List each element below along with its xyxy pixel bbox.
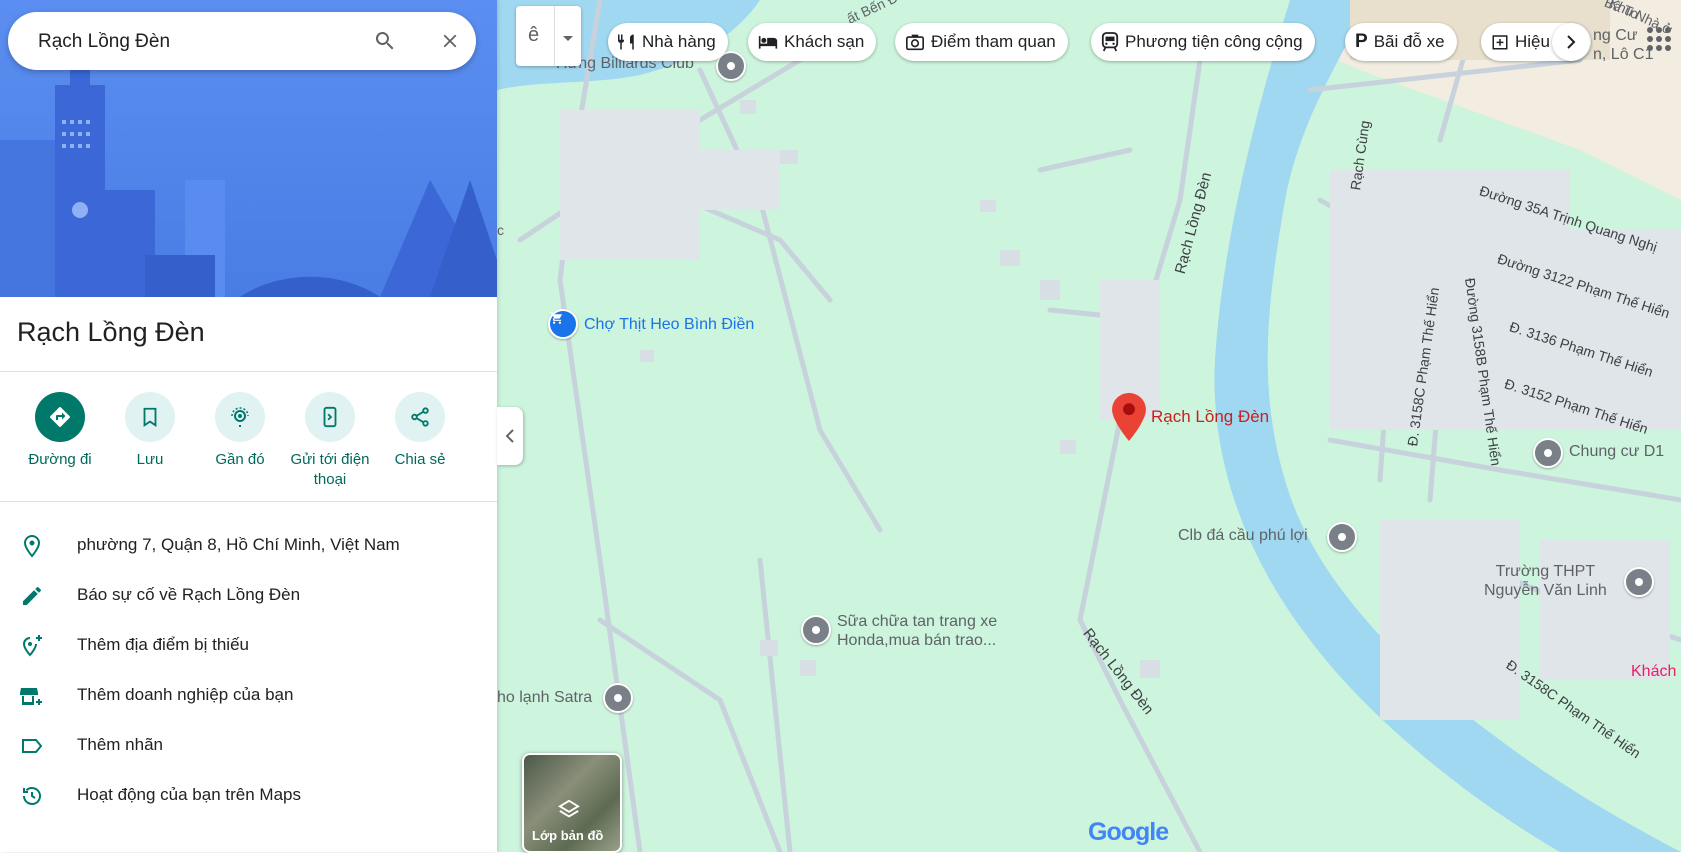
share-button[interactable]: Chia sẻ	[375, 392, 465, 470]
action-label: Lưu	[136, 451, 164, 468]
add-business-icon	[18, 682, 46, 710]
divider	[0, 501, 497, 502]
collapse-panel-button[interactable]	[497, 407, 523, 465]
chip-label: Phương tiện công cộng	[1125, 32, 1303, 51]
chip-label: Nhà hàng	[642, 32, 716, 51]
directions-button[interactable]: Đường đi	[15, 392, 105, 470]
maps-activity-row[interactable]: Hoạt động của bạn trên Maps	[0, 770, 497, 818]
add-place-row[interactable]: Thêm địa điểm bị thiếu	[0, 620, 497, 668]
transit-icon	[1101, 32, 1119, 52]
maps-activity-text: Hoạt động của bạn trên Maps	[77, 785, 301, 804]
chip-label: Điểm tham quan	[931, 32, 1056, 51]
chip-attractions[interactable]: Điểm tham quan	[895, 23, 1068, 61]
logo-text: Google	[1088, 818, 1169, 846]
hotel-icon	[758, 33, 778, 51]
poi-label-cho[interactable]: Chợ Thịt Heo Bình Điền	[584, 316, 754, 334]
save-button[interactable]: Lưu	[105, 392, 195, 470]
apps-grid-icon[interactable]	[1644, 24, 1674, 54]
close-icon[interactable]	[435, 26, 465, 56]
add-place-icon	[18, 632, 46, 660]
chevron-left-icon	[505, 429, 514, 443]
report-issue-row[interactable]: Báo sự cố về Rạch Lồng Đèn	[0, 570, 497, 618]
place-panel: Rạch Lồng Đèn Đường đi Lưu Gần đó Gửi tớ…	[0, 0, 497, 852]
chip-restaurants[interactable]: Nhà hàng	[608, 23, 728, 61]
poi-marker-icon[interactable]	[801, 615, 831, 645]
location-pin-icon	[18, 532, 46, 560]
nearby-icon	[215, 392, 265, 442]
ime-label: ê	[528, 24, 540, 46]
poi-label-chungcu-top[interactable]: ng Cư	[1593, 27, 1638, 45]
add-label-text: Thêm nhãn	[77, 735, 163, 754]
chip-label: Khách sạn	[784, 32, 865, 51]
poi-label-truong[interactable]: Trường THPT Nguyễn Văn Linh	[1484, 562, 1607, 600]
poi-marker-icon[interactable]	[1327, 522, 1357, 552]
chip-parking[interactable]: P Bãi đỗ xe	[1345, 23, 1457, 61]
poi-marker-icon[interactable]	[603, 683, 633, 713]
action-label: Gửi tới điện thoại	[290, 451, 370, 488]
poi-label-satra[interactable]: ho lạnh Satra	[497, 689, 592, 707]
layers-icon	[558, 799, 580, 826]
chip-label: Hiệu	[1515, 32, 1550, 51]
parking-icon: P	[1355, 31, 1368, 52]
place-title: Rạch Lồng Đèn	[17, 317, 205, 347]
address-row[interactable]: phường 7, Quận 8, Hồ Chí Minh, Việt Nam	[0, 520, 497, 568]
poi-label-clb[interactable]: Clb đá cầu phú lợi	[1178, 527, 1308, 545]
action-label: Chia sẻ	[394, 451, 446, 468]
poi-label-c: c	[497, 222, 504, 238]
divider	[554, 6, 555, 66]
restaurant-icon	[618, 33, 636, 51]
search-icon[interactable]	[370, 26, 400, 56]
input-tools-widget[interactable]: ê	[516, 6, 581, 66]
chip-transit[interactable]: Phương tiện công cộng	[1091, 23, 1315, 61]
google-logo: Google	[1088, 818, 1169, 847]
layers-label: Lớp bản đồ	[532, 828, 604, 843]
map-layers-button[interactable]: Lớp bản đồ	[522, 753, 622, 853]
report-issue-text: Báo sự cố về Rạch Lồng Đèn	[77, 585, 301, 604]
school-icon[interactable]	[1624, 567, 1654, 597]
search-input[interactable]	[36, 29, 330, 55]
poi-marker-icon[interactable]	[1533, 438, 1563, 468]
nearby-button[interactable]: Gần đó	[195, 392, 285, 470]
chips-next-button[interactable]	[1552, 23, 1590, 61]
pencil-icon	[18, 582, 46, 610]
divider	[0, 371, 497, 372]
share-icon	[395, 392, 445, 442]
action-label: Gần đó	[215, 451, 265, 468]
pin-label[interactable]: Rạch Lồng Đèn	[1151, 407, 1269, 427]
chevron-right-icon	[1567, 35, 1576, 49]
chip-label: Bãi đỗ xe	[1373, 32, 1445, 51]
chip-hotels[interactable]: Khách sạn	[748, 23, 877, 61]
add-business-text: Thêm doanh nghiệp của bạn	[77, 685, 294, 704]
history-icon	[18, 782, 46, 810]
label-icon	[18, 732, 46, 760]
address-text: phường 7, Quận 8, Hồ Chí Minh, Việt Nam	[77, 535, 400, 554]
poi-label-khach[interactable]: Khách	[1631, 663, 1676, 681]
bookmark-icon	[125, 392, 175, 442]
search-box	[8, 12, 476, 70]
send-to-phone-icon	[305, 392, 355, 442]
add-place-text: Thêm địa điểm bị thiếu	[77, 635, 249, 654]
add-label-row[interactable]: Thêm nhãn	[0, 720, 497, 768]
add-business-row[interactable]: Thêm doanh nghiệp của bạn	[0, 670, 497, 718]
send-to-phone-button[interactable]: Gửi tới điện thoại	[285, 392, 375, 490]
action-label: Đường đi	[28, 451, 92, 468]
poi-label-chungcu[interactable]: Chung cư D1	[1569, 443, 1664, 461]
shopping-cart-icon[interactable]	[548, 309, 578, 339]
camera-icon	[905, 33, 925, 51]
directions-icon	[35, 392, 85, 442]
chevron-down-icon[interactable]	[562, 30, 574, 48]
pharmacy-icon	[1491, 33, 1509, 51]
poi-label-suachua[interactable]: Sữa chữa tan trang xe Honda,mua bán trao…	[837, 612, 997, 650]
